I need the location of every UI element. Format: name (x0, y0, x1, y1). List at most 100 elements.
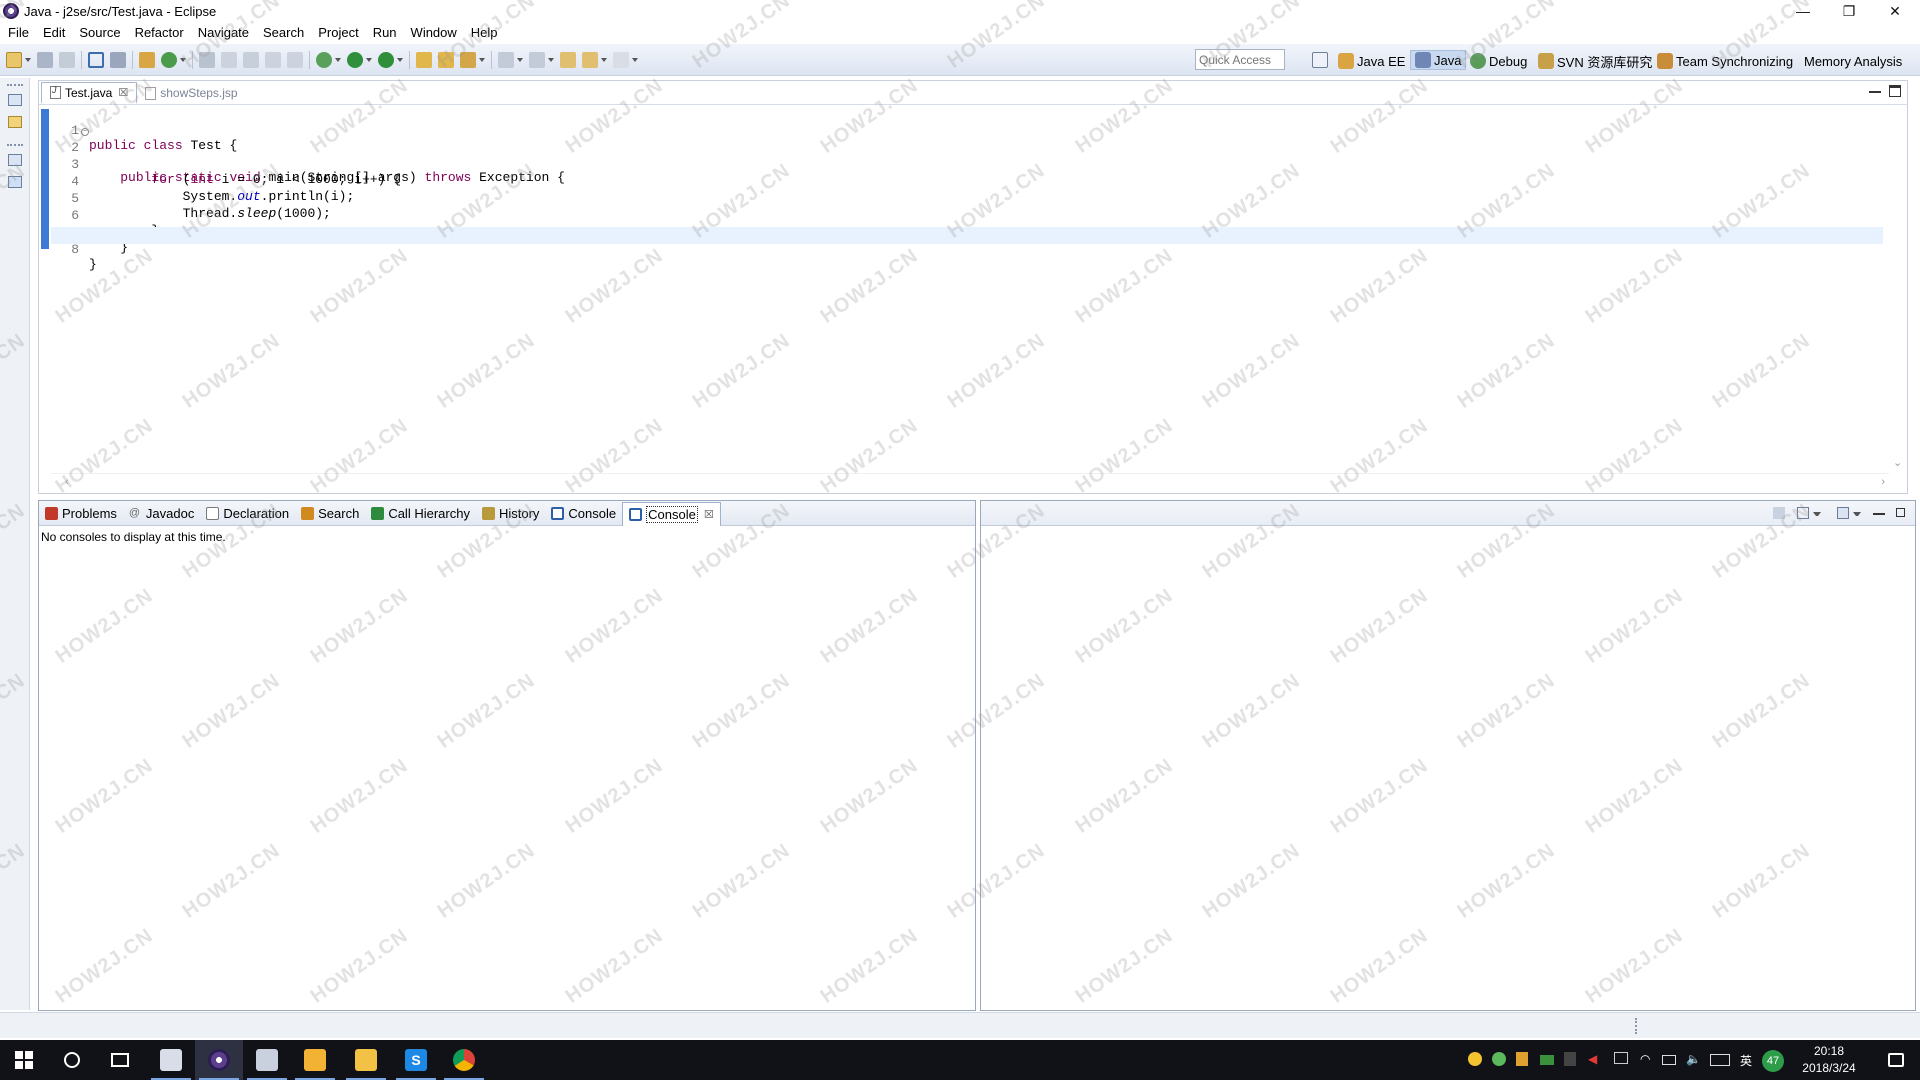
perspective-team-sync[interactable]: Team Synchronizing (1657, 51, 1793, 71)
dropdown-arrow-icon[interactable] (1813, 512, 1821, 516)
fold-toggle-icon[interactable]: − (81, 128, 89, 136)
tab-console-active[interactable]: Console ☒ (622, 502, 721, 526)
tab-declaration[interactable]: Declaration (200, 502, 295, 524)
open-folder-icon[interactable] (416, 51, 432, 68)
menu-help[interactable]: Help (465, 25, 504, 40)
package-explorer-icon[interactable] (8, 116, 22, 128)
perspective-debug[interactable]: Debug (1470, 51, 1527, 71)
maximize-icon[interactable] (1889, 85, 1901, 97)
start-button[interactable] (0, 1040, 48, 1080)
editor-vertical-scrollbar[interactable]: ⌄ (1889, 106, 1907, 471)
restore-button[interactable]: ❐ (1826, 0, 1872, 22)
open-perspective-icon[interactable] (1312, 52, 1328, 68)
restore-icon[interactable] (1896, 508, 1905, 517)
dropdown-arrow-icon[interactable] (1853, 512, 1861, 516)
scroll-left-icon[interactable]: ‹ (65, 476, 69, 488)
taskbar-app-s[interactable]: S (392, 1040, 440, 1080)
close-tab-icon[interactable]: ☒ (118, 86, 128, 99)
dropdown-arrow-icon[interactable] (517, 57, 523, 62)
search-tool-icon[interactable] (243, 51, 259, 68)
task-view-button[interactable] (96, 1040, 144, 1080)
perspective-java-ee[interactable]: Java EE (1338, 51, 1405, 71)
notifications-button[interactable] (1872, 1040, 1920, 1080)
minimize-icon[interactable] (1869, 87, 1881, 93)
tray-green-icon[interactable] (1492, 1052, 1506, 1066)
restore-view-icon[interactable] (8, 154, 22, 166)
open-type-icon[interactable] (199, 51, 215, 68)
cortana-button[interactable] (48, 1040, 96, 1080)
dropdown-arrow-icon[interactable] (548, 57, 554, 62)
new-java-package-icon[interactable] (139, 51, 155, 68)
menu-run[interactable]: Run (367, 25, 403, 40)
close-tab-icon[interactable]: ☒ (704, 508, 714, 521)
dropdown-arrow-icon[interactable] (335, 57, 341, 62)
menu-source[interactable]: Source (73, 25, 126, 40)
taskbar-file-explorer[interactable] (342, 1040, 390, 1080)
run-icon[interactable] (347, 51, 363, 68)
perspective-svn[interactable]: SVN 资源库研究 (1538, 51, 1652, 71)
quick-access-input[interactable] (1195, 49, 1285, 70)
menu-edit[interactable]: Edit (37, 25, 71, 40)
menu-window[interactable]: Window (405, 25, 463, 40)
tab-javadoc[interactable]: @ Javadoc (123, 502, 200, 524)
tray-monitor-icon[interactable] (1614, 1052, 1628, 1064)
tray-power-icon[interactable] (1662, 1055, 1676, 1065)
tab-showsteps-jsp[interactable]: showSteps.jsp (137, 82, 245, 104)
taskbar-app-tool[interactable] (291, 1040, 339, 1080)
pin-console-icon[interactable] (1773, 507, 1785, 519)
taskbar-chrome[interactable] (440, 1040, 488, 1080)
tray-badge[interactable]: 47 (1762, 1050, 1784, 1072)
scroll-right-icon[interactable]: › (1881, 476, 1885, 488)
save-icon[interactable] (37, 51, 53, 68)
taskbar-clock[interactable]: 20:18 2018/3/24 (1786, 1043, 1872, 1077)
status-grip[interactable] (1635, 1018, 1637, 1034)
taskbar-app-java[interactable] (147, 1040, 195, 1080)
terminal-icon[interactable] (88, 51, 104, 68)
close-window-button[interactable]: ✕ (1872, 0, 1918, 22)
prev-annotation-icon[interactable] (529, 51, 545, 68)
tab-problems[interactable]: Problems (39, 502, 123, 524)
next-annotation-icon[interactable] (498, 51, 514, 68)
menu-navigate[interactable]: Navigate (192, 25, 255, 40)
tab-call-hierarchy[interactable]: Call Hierarchy (365, 502, 476, 524)
scroll-down-icon[interactable]: ⌄ (1893, 456, 1902, 469)
tray-volume-muted-icon[interactable]: ◀ (1588, 1052, 1597, 1066)
toggle-mark-icon[interactable] (265, 51, 281, 68)
toggle-block-icon[interactable] (287, 51, 303, 68)
tray-ime-indicator[interactable]: 英 (1740, 1052, 1752, 1069)
skip-breakpoints-icon[interactable] (110, 51, 126, 68)
tray-qq-icon[interactable] (1564, 1052, 1576, 1066)
taskbar-app-java2[interactable] (243, 1040, 291, 1080)
drag-handle[interactable] (7, 144, 23, 146)
tab-history[interactable]: History (476, 502, 545, 524)
dropdown-arrow-icon[interactable] (180, 57, 186, 62)
open-console-icon[interactable] (1837, 507, 1849, 519)
minimize-button[interactable]: — (1780, 0, 1826, 22)
perspective-java[interactable]: Java (1410, 50, 1467, 70)
minimize-icon[interactable] (1873, 509, 1885, 515)
debug-icon[interactable] (316, 51, 332, 68)
perspective-memory-analysis[interactable]: Memory Analysis (1804, 51, 1902, 71)
external-tools-icon[interactable] (378, 51, 394, 68)
tray-wifi-icon[interactable]: ◠ (1640, 1052, 1650, 1066)
last-edit-icon[interactable] (560, 51, 576, 68)
dropdown-arrow-icon[interactable] (601, 57, 607, 62)
forward-icon[interactable] (613, 51, 629, 68)
tray-speaker-icon[interactable]: 🔈 (1686, 1052, 1701, 1066)
back-icon[interactable] (582, 51, 598, 68)
tray-keyboard-icon[interactable] (1710, 1054, 1730, 1066)
dropdown-arrow-icon[interactable] (397, 57, 403, 62)
menu-project[interactable]: Project (312, 25, 364, 40)
tab-test-java[interactable]: Test.java ☒ (41, 82, 138, 104)
open-task-icon[interactable] (221, 51, 237, 68)
menu-search[interactable]: Search (257, 25, 310, 40)
menu-file[interactable]: File (2, 25, 35, 40)
tray-app-icon[interactable] (1516, 1052, 1528, 1066)
tray-smiley-icon[interactable] (1468, 1052, 1482, 1066)
outline-icon[interactable] (8, 176, 22, 188)
new-java-class-icon[interactable] (161, 51, 177, 68)
code-area[interactable]: 1 public class Test { 2 − public static … (51, 108, 1883, 469)
dropdown-arrow-icon[interactable] (479, 57, 485, 62)
menu-refactor[interactable]: Refactor (129, 25, 190, 40)
tab-console[interactable]: Console (545, 502, 622, 524)
